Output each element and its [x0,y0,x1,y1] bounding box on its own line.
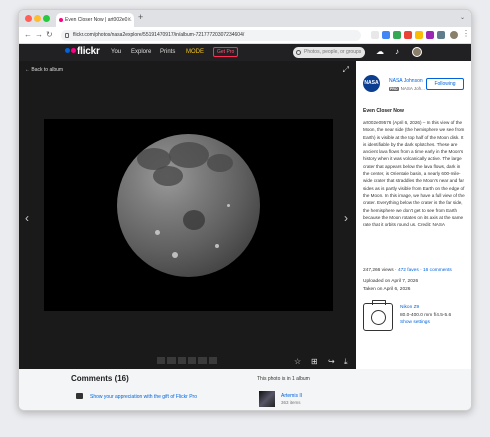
fave-star-icon[interactable]: ☆ [294,357,301,366]
camera-icon [363,300,393,331]
close-window-button[interactable] [25,15,32,22]
nav-prints[interactable]: Prints [160,49,175,55]
photo-filmstrip[interactable] [157,357,217,364]
download-icon[interactable]: ⤓ [344,357,348,367]
owner-name-link[interactable]: NASA Johnson [389,78,423,84]
main-photo[interactable] [44,119,333,311]
comments-link[interactable]: 16 comments [423,268,452,273]
maximize-window-button[interactable] [43,15,50,22]
browser-tab[interactable]: Even Closer Now | art002e0... × [56,13,134,27]
moon-crater [215,244,219,248]
browser-menu-icon[interactable]: ⋮ [462,29,470,38]
pro-badge: PRO [389,87,399,91]
moon-mare [169,142,209,168]
extension-icon[interactable] [404,31,412,39]
extension-icon[interactable] [426,31,434,39]
nav-you[interactable]: You [111,49,121,55]
camera-info: Nikon Z9 80.0-400.0 mm f/4.5-5.6 Show se… [400,304,451,327]
flickr-logo[interactable]: flickr [65,46,100,57]
photo-stats: 247,266 views · 472 faves · 16 comments [363,268,452,273]
share-icon[interactable]: ↪ [328,357,335,366]
filmstrip-thumb[interactable] [167,357,176,364]
views-count: 247,266 views [363,268,394,273]
back-arrow-icon[interactable]: ← [24,30,32,39]
following-button[interactable]: Following [426,78,464,90]
uploaded-date: Uploaded on April 7, 2026 [363,279,419,284]
filmstrip-thumb[interactable] [208,357,217,364]
moon-crater [155,230,160,235]
album-heading: This photo is in 1 album [257,376,310,382]
photo-dates: Uploaded on April 7, 2026 Taken on April… [363,278,418,294]
user-avatar[interactable] [412,47,422,57]
orientale-basin [183,210,205,230]
gift-pro-link[interactable]: Show your appreciation with the gift of … [90,394,197,400]
filmstrip-thumb[interactable] [198,357,207,364]
faves-link[interactable]: 472 faves [398,268,419,273]
album-thumbnail[interactable] [259,391,275,407]
moon-mare [207,154,233,172]
taken-date: Taken on April 6, 2026 [363,287,411,292]
lock-icon [65,33,69,38]
comments-heading: Comments (16) [71,374,129,383]
url-field[interactable]: flickr.com/photos/nasa2explore/551914709… [61,30,361,41]
flickr-favicon-icon [59,18,63,22]
search-input[interactable]: Photos, people, or groups [293,47,365,58]
notifications-bell-icon[interactable]: ♪ [395,47,399,56]
extension-icon[interactable] [437,31,445,39]
nav-mode[interactable]: MODE [186,49,204,55]
photo-title: Even Closer Now [363,108,404,114]
extension-icon[interactable] [393,31,401,39]
moon-image [117,134,260,277]
url-text: flickr.com/photos/nasa2explore/551914709… [73,32,245,38]
browser-window: Even Closer Now | art002e0... × + ⌄ ← → … [18,9,472,411]
fullscreen-expand-icon[interactable]: ⤢ [343,65,349,75]
reload-icon[interactable]: ↻ [46,30,53,39]
photo-description: art002e09576 (April 6, 2026) – In this v… [363,120,465,228]
upload-cloud-icon[interactable]: ☁ [376,47,384,56]
add-to-gallery-icon[interactable]: ⊞ [311,357,318,366]
filmstrip-thumb[interactable] [187,357,197,364]
minimize-window-button[interactable] [34,15,41,22]
nav-explore[interactable]: Explore [131,49,151,55]
filmstrip-thumb[interactable] [177,357,186,364]
show-settings-link[interactable]: Show settings [400,319,451,327]
get-pro-button[interactable]: Get Pro [213,47,239,57]
pink-dot-icon [71,48,76,53]
tab-bar: Even Closer Now | art002e0... × + ⌄ [19,10,471,27]
address-bar-row: ← → ↻ flickr.com/photos/nasa2explore/551… [19,27,471,44]
owner-avatar[interactable]: NASA [363,75,380,92]
extension-icon[interactable] [382,31,390,39]
photo-sidebar: NASA NASA Johnson PRO NASA Joh... Followi… [356,61,471,369]
search-icon [296,50,301,55]
photo-viewer: ← Back to album ⤢ ‹ › ☆ ⊞ ↪ ⤓ [19,61,356,369]
moon-crater [227,204,230,207]
moon-crater [172,252,178,258]
gift-icon [76,393,83,399]
camera-settings: 80.0-400.0 mm f/4.5-5.6 [400,312,452,318]
back-to-album-link[interactable]: ← Back to album [25,67,63,73]
filmstrip-thumb[interactable] [157,357,166,364]
close-tab-icon[interactable]: × [127,13,131,27]
album-name-link[interactable]: Artemis II [281,393,302,399]
previous-photo-icon[interactable]: ‹ [25,211,29,225]
new-tab-button[interactable]: + [138,12,143,22]
forward-arrow-icon[interactable]: → [35,30,43,39]
profile-avatar-icon[interactable] [450,31,458,39]
moon-mare [153,166,183,186]
tab-list-chevron-icon[interactable]: ⌄ [460,14,465,21]
extension-icon[interactable] [415,31,423,39]
blue-dot-icon [65,48,70,53]
album-item-count: 363 items [281,400,301,405]
bookmark-star-icon[interactable] [371,31,379,39]
camera-model-link[interactable]: Nikon Z9 [400,304,451,312]
owner-subname: PRO NASA Joh... [389,86,425,91]
next-photo-icon[interactable]: › [344,211,348,225]
below-photo-area: Comments (16) Show your appreciation wit… [19,369,471,410]
tab-title: Even Closer Now | art002e0... [65,17,132,23]
flickr-header: flickr You Explore Prints MODE Get Pro P… [19,44,471,61]
